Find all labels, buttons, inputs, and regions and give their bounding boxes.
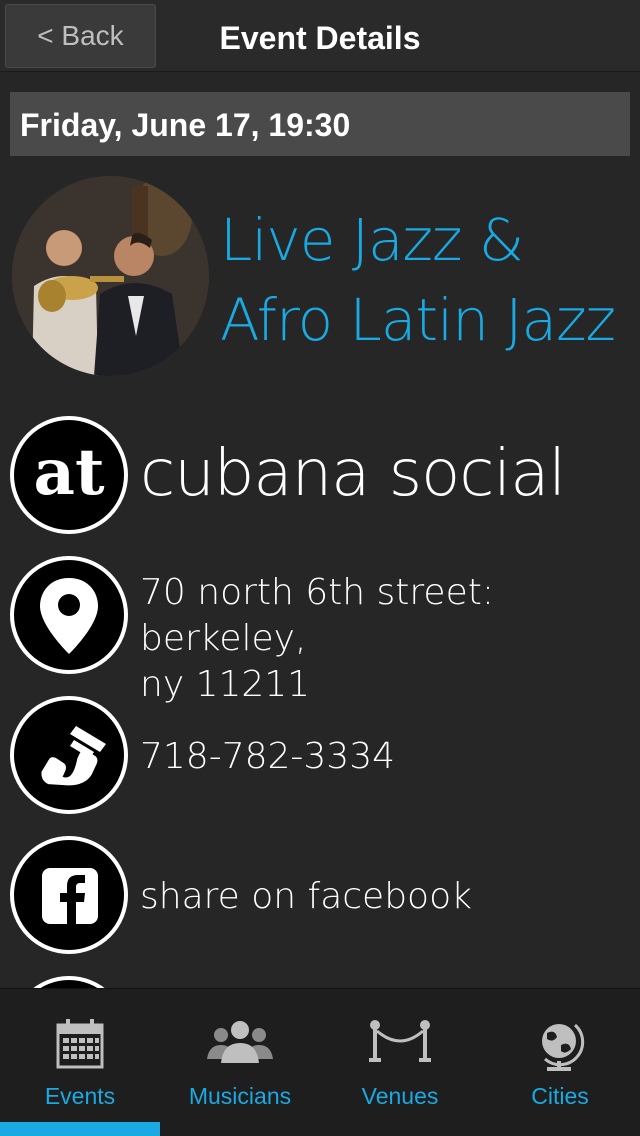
phone-row[interactable]: 718-782-3334	[10, 696, 640, 814]
location-pin-icon	[10, 556, 128, 674]
venue-at-icon: at	[10, 416, 128, 534]
tab-events-label: Events	[44, 1083, 116, 1109]
globe-icon	[542, 1023, 585, 1071]
address-row[interactable]: 70 north 6th street: berkeley, ny 11211	[10, 556, 640, 705]
venue-name: cubana social	[140, 437, 566, 511]
navigation-bar: < Back Event Details	[0, 0, 640, 72]
tab-musicians[interactable]: Musicians	[160, 989, 320, 1136]
tab-musicians-label: Musicians	[188, 1083, 292, 1109]
rope-barrier-icon	[369, 1020, 431, 1062]
venue-address: 70 north 6th street: berkeley, ny 11211	[140, 570, 620, 708]
tab-bar: Events Musicians Venues Cities	[0, 988, 640, 1136]
tab-cities-label: Cities	[531, 1083, 589, 1109]
tab-venues[interactable]: Venues	[320, 989, 480, 1136]
event-photo	[12, 176, 209, 376]
event-date-time: Friday, June 17, 19:30	[10, 92, 630, 156]
event-title-line-2: Afro Latin Jazz	[220, 286, 616, 354]
venue-row[interactable]: at cubana social	[10, 416, 640, 534]
tab-cities[interactable]: Cities	[480, 989, 640, 1136]
at-glyph: at	[33, 435, 104, 510]
facebook-share-row[interactable]: share on facebook	[10, 836, 640, 954]
share-on-facebook-label: share on facebook	[140, 876, 472, 917]
musicians-photo-illustration	[12, 176, 209, 376]
calendar-icon	[56, 1019, 104, 1069]
facebook-icon	[10, 836, 128, 954]
event-title-line-1: Live Jazz &	[220, 206, 524, 274]
phone-icon	[10, 696, 128, 814]
tab-events[interactable]: Events	[0, 989, 160, 1136]
back-button[interactable]: < Back	[5, 4, 156, 68]
selected-tab-indicator	[0, 1122, 160, 1136]
venue-phone: 718-782-3334	[140, 736, 396, 777]
people-icon	[207, 1021, 273, 1063]
address-line-1: 70 north 6th street: berkeley,	[140, 572, 494, 659]
event-title: Live Jazz & Afro Latin Jazz	[220, 200, 640, 360]
tab-venues-label: Venues	[361, 1083, 439, 1109]
